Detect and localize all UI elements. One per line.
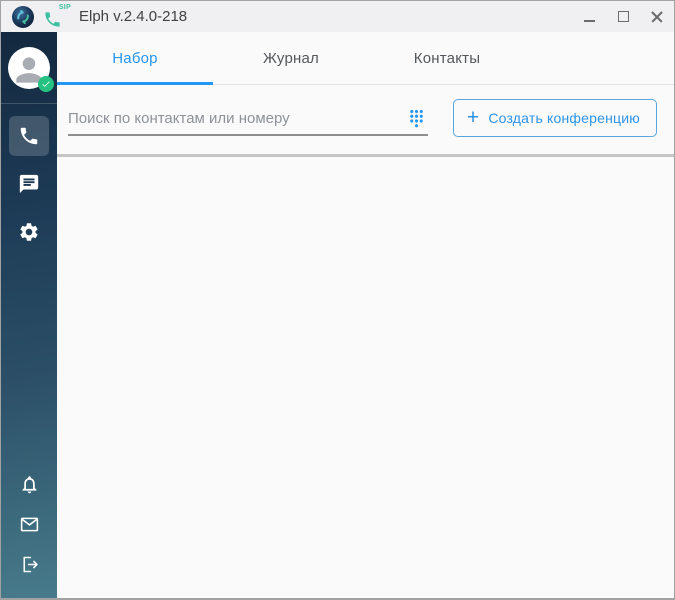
tab-dialer[interactable]: Набор <box>57 32 213 85</box>
sidebar-item-settings[interactable] <box>9 212 49 252</box>
sidebar-item-logout[interactable] <box>11 546 47 582</box>
maximize-icon <box>617 11 629 22</box>
phone-icon <box>20 127 38 145</box>
tab-bar: Набор Журнал Контакты <box>57 32 674 85</box>
sidebar-nav <box>9 112 49 256</box>
dialer-toolbar: + Создать конференцию <box>57 85 674 154</box>
sidebar-item-chat[interactable] <box>9 164 49 204</box>
sip-label: SIP <box>58 3 71 11</box>
create-conference-button[interactable]: + Создать конференцию <box>452 99 657 137</box>
sidebar-item-notifications[interactable] <box>11 466 47 502</box>
close-button[interactable] <box>640 1 674 32</box>
tab-journal[interactable]: Журнал <box>213 32 369 84</box>
minimize-button[interactable] <box>572 1 606 32</box>
maximize-button[interactable] <box>606 1 640 32</box>
envelope-icon <box>20 517 38 531</box>
chat-icon <box>19 174 39 194</box>
sidebar-divider <box>1 103 57 104</box>
logout-icon <box>22 556 38 572</box>
close-icon <box>651 11 663 23</box>
tab-contacts[interactable]: Контакты <box>369 32 525 84</box>
gear-icon <box>20 223 38 241</box>
plus-icon: + <box>466 105 480 129</box>
sidebar-item-dialer[interactable] <box>9 116 49 156</box>
sidebar <box>1 32 57 598</box>
app-body: Набор Журнал Контакты + Создать конферен… <box>1 32 674 598</box>
sidebar-bottom <box>11 464 47 584</box>
titlebar: SIP Elph v.2.4.0-218 <box>1 1 674 32</box>
main-panel: Набор Журнал Контакты + Создать конферен… <box>57 32 674 598</box>
dialer-content-empty <box>57 157 674 598</box>
create-conference-label: Создать конференцию <box>488 110 640 126</box>
check-icon <box>42 81 50 87</box>
minimize-icon <box>583 19 595 22</box>
online-status-badge <box>38 76 54 92</box>
window-title: Elph v.2.4.0-218 <box>79 8 188 25</box>
sip-phone-icon: SIP <box>43 3 71 29</box>
window-controls <box>572 1 674 32</box>
dialpad-toggle-button[interactable] <box>406 107 426 129</box>
sidebar-item-mail[interactable] <box>11 506 47 542</box>
app-window: SIP Elph v.2.4.0-218 Набор Журнал Контак… <box>0 0 675 600</box>
bell-icon <box>22 475 36 493</box>
app-logo-icon <box>12 5 34 28</box>
user-avatar[interactable] <box>8 47 54 92</box>
search-input[interactable] <box>68 104 428 134</box>
dialpad-icon <box>409 109 423 127</box>
search-field-wrap <box>68 104 428 136</box>
